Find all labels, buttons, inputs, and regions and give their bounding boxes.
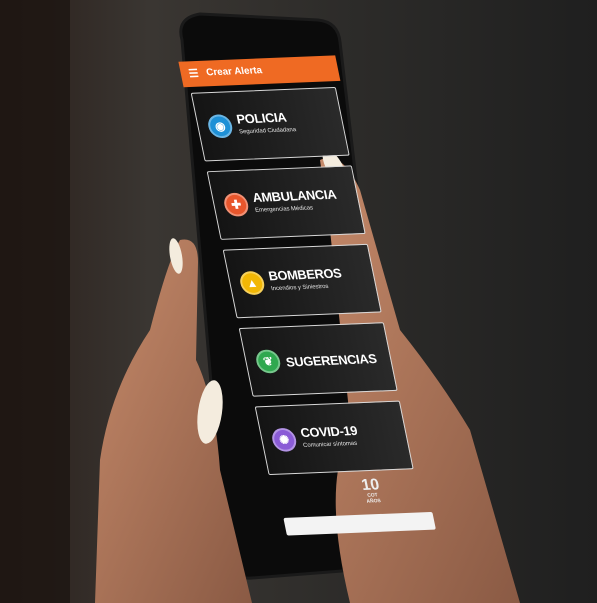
photo-scene: ☰ Crear Alerta ◉ POLICIA Seguridad Ciuda… [0, 0, 597, 603]
alert-item-label: POLICIA [235, 109, 288, 127]
fire-icon: ▲ [238, 270, 267, 296]
police-icon: ◉ [206, 114, 235, 139]
medical-cross-icon: ✚ [222, 192, 251, 217]
logo-years: AÑOS [366, 498, 382, 505]
hamburger-menu-icon[interactable]: ☰ [187, 67, 200, 80]
logo-number: 10 [360, 476, 381, 494]
anniversary-logo: 10 COT AÑOS [360, 476, 383, 505]
alert-item-covid[interactable]: ✺ COVID-19 Comunicar síntomas [254, 400, 414, 476]
alert-item-ambulancia[interactable]: ✚ AMBULANCIA Emergencias Médicas [206, 165, 366, 240]
leaf-icon: ❦ [254, 349, 283, 374]
alert-list: ◉ POLICIA Seguridad Ciudadana ✚ AMBULANC… [190, 86, 414, 476]
alert-item-sugerencias[interactable]: ❦ SUGERENCIAS [238, 322, 398, 397]
alert-item-label: COVID-19 [299, 423, 359, 441]
alert-item-label: AMBULANCIA [251, 186, 338, 205]
alert-item-bomberos[interactable]: ▲ BOMBEROS Incendios y Siniestros [222, 243, 382, 319]
app-bar: ☰ Crear Alerta [178, 55, 341, 88]
alert-item-sublabel: Comunicar síntomas [302, 440, 358, 449]
navigation-bar[interactable] [283, 511, 436, 536]
alert-item-sublabel: Incendios y Siniestros [270, 283, 330, 293]
alert-item-label: SUGERENCIAS [284, 351, 378, 370]
virus-icon: ✺ [270, 427, 299, 453]
app-title: Crear Alerta [205, 65, 264, 79]
alert-item-sublabel: Emergencias Médicas [254, 205, 314, 214]
alert-item-label: BOMBEROS [267, 265, 343, 284]
alert-item-policia[interactable]: ◉ POLICIA Seguridad Ciudadana [190, 86, 350, 162]
alert-item-sublabel: Seguridad Ciudadana [238, 127, 297, 136]
